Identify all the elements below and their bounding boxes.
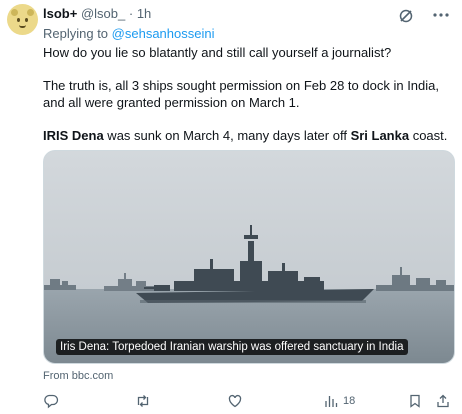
- action-bar: 18: [43, 392, 455, 412]
- replying-to: Replying to @sehsanhosseini: [43, 26, 214, 41]
- link-source[interactable]: From bbc.com: [43, 370, 113, 382]
- views-button[interactable]: 18: [323, 392, 355, 410]
- views-icon: [325, 396, 338, 407]
- avatar-ear: [27, 9, 34, 16]
- warship-photo: [44, 151, 454, 363]
- share-icon: [437, 394, 449, 408]
- bookmark-icon: [410, 394, 420, 408]
- retweet-icon: [137, 395, 149, 407]
- link-card-caption[interactable]: Iris Dena: Torpedoed Iranian warship was…: [56, 339, 408, 355]
- tweet-paragraph-2: The truth is, all 3 ships sought permiss…: [43, 78, 439, 110]
- heart-icon: [228, 394, 242, 408]
- reply-button[interactable]: [43, 392, 59, 410]
- bold-text: IRIS Dena: [43, 128, 104, 143]
- like-button[interactable]: [227, 392, 243, 410]
- avatar-ear: [11, 9, 18, 16]
- reply-icon: [44, 394, 59, 409]
- avatar-eye: [25, 18, 28, 22]
- avatar[interactable]: [7, 4, 38, 35]
- tweet-header: lsob+ @lsob_ · 1h: [43, 6, 151, 22]
- tweet-text-span: was sunk on March 4, many days later off: [103, 128, 351, 143]
- retweet-button[interactable]: [135, 392, 151, 410]
- author-name[interactable]: lsob+: [43, 6, 77, 21]
- grok-icon[interactable]: [398, 8, 414, 24]
- bookmark-button[interactable]: [407, 392, 423, 410]
- avatar-mouth: [19, 25, 26, 28]
- views-count: 18: [343, 395, 356, 407]
- more-options-icon[interactable]: [431, 6, 451, 24]
- tweet-timestamp[interactable]: 1h: [137, 6, 151, 21]
- tweet-paragraph-3: IRIS Dena was sunk on March 4, many days…: [43, 127, 453, 144]
- avatar-eye: [17, 18, 20, 22]
- reply-mention-link[interactable]: @sehsanhosseini: [112, 26, 215, 41]
- author-handle[interactable]: @lsob_: [81, 6, 125, 21]
- tweet-text-span: coast.: [409, 128, 448, 143]
- link-card-image[interactable]: Iris Dena: Torpedoed Iranian warship was…: [43, 150, 455, 364]
- bold-text: Sri Lanka: [350, 128, 410, 143]
- share-button[interactable]: [435, 392, 451, 410]
- tweet-text: How do you lie so blatantly and still ca…: [43, 44, 453, 160]
- replying-to-label: Replying to: [43, 26, 112, 41]
- separator-dot: ·: [128, 6, 134, 21]
- tweet-paragraph-1: How do you lie so blatantly and still ca…: [43, 45, 392, 60]
